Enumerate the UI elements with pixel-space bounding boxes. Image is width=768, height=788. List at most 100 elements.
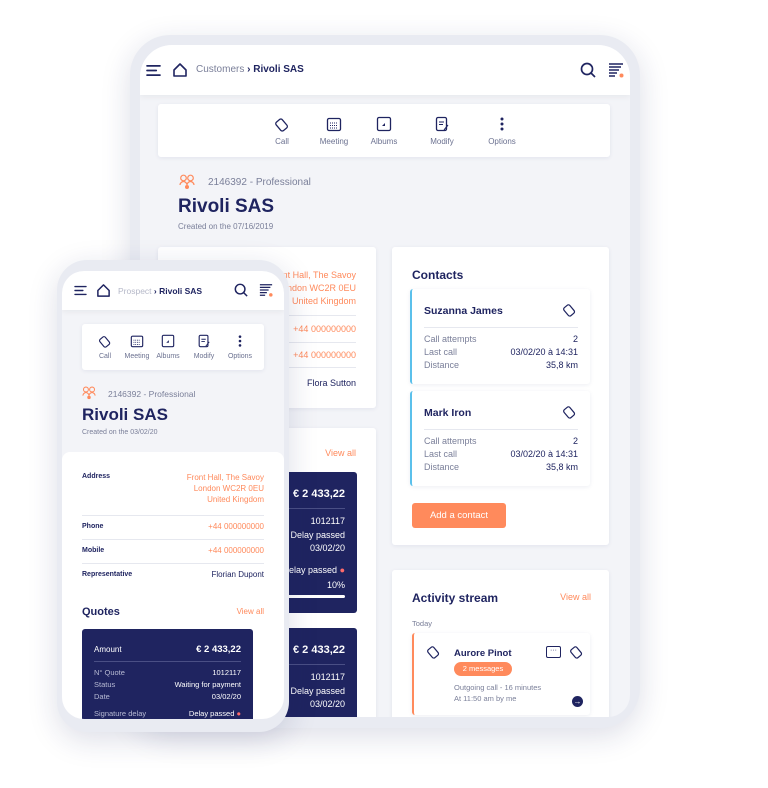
action-meeting[interactable]: Meeting xyxy=(309,116,359,146)
call-attempts-value: 2 xyxy=(572,334,578,344)
search-icon[interactable] xyxy=(234,283,248,297)
phone-screen: Prospect › Rivoli SAS Call Meeting Album… xyxy=(62,271,284,719)
page-title: Rivoli SAS xyxy=(178,196,275,217)
phone-tag-icon[interactable] xyxy=(569,644,584,659)
phone-tag-icon[interactable] xyxy=(562,404,577,419)
created-date: Created on the 03/02/20 xyxy=(82,429,158,436)
contacts-title: Contacts xyxy=(412,268,464,282)
customer-id-type: 2146392 - Professional xyxy=(208,177,311,188)
menu-icon[interactable] xyxy=(74,285,87,296)
divider xyxy=(424,327,578,328)
filter-icon[interactable] xyxy=(608,62,624,78)
activity-title: Activity stream xyxy=(412,591,499,605)
breadcrumb: Customers › Rivoli SAS xyxy=(196,64,304,75)
call-attempts-label: Call attempts xyxy=(424,334,477,344)
filter-icon[interactable] xyxy=(259,283,273,297)
distance-value: 35,8 km xyxy=(545,360,578,370)
address-label: Address xyxy=(82,473,111,480)
quote-date-label: Date xyxy=(94,692,110,701)
quote-number: 1012117 xyxy=(212,668,241,677)
activity-item[interactable]: Aurore Pinot 2 messages Outgoing call - … xyxy=(412,633,590,715)
edit-document-icon xyxy=(434,116,450,132)
divider xyxy=(82,515,264,516)
actions-bar: Call Meeting Albums Modify Options xyxy=(82,324,264,370)
customer-type-icon xyxy=(179,174,195,190)
breadcrumb-parent[interactable]: Customers xyxy=(196,64,244,75)
calendar-icon xyxy=(326,116,342,132)
phone-value[interactable]: +44 000000000 xyxy=(208,522,264,531)
quote-status: Delay passed xyxy=(290,686,345,696)
quote-number: 1012117 xyxy=(310,516,345,526)
breadcrumb-current: Rivoli SAS xyxy=(253,64,304,75)
phone-tag-icon xyxy=(426,644,441,659)
add-contact-button[interactable]: Add a contact xyxy=(412,503,506,528)
phone-label: Phone xyxy=(82,523,104,530)
address-value[interactable]: Front Hall, The Savoy London WC2R 0EU Unit… xyxy=(187,472,264,505)
divider xyxy=(424,429,578,430)
distance-label: Distance xyxy=(424,462,460,472)
action-albums[interactable]: Albums xyxy=(359,116,409,146)
search-icon[interactable] xyxy=(580,62,596,78)
representative-label: Representative xyxy=(82,571,133,578)
action-call[interactable]: Call xyxy=(257,116,307,146)
quote-number: 1012117 xyxy=(310,672,345,682)
action-modify[interactable]: Modify xyxy=(417,116,467,146)
message-icon[interactable]: ··· xyxy=(546,646,561,658)
home-icon[interactable] xyxy=(96,283,111,298)
image-icon xyxy=(376,116,392,132)
quote-card[interactable]: Amount € 2 433,22 N° Quote 1012117 Statu… xyxy=(82,629,253,719)
phone-value[interactable]: +44 000000000 xyxy=(293,324,356,334)
details-panel: Address Front Hall, The Savoy London WC2R… xyxy=(62,452,284,719)
created-date: Created on the 07/16/2019 xyxy=(178,222,274,231)
arrow-right-icon[interactable]: → xyxy=(572,696,583,707)
activity-card: Activity stream View all Today Aurore Pi… xyxy=(392,570,609,717)
contact-card[interactable]: Suzanna James Call attempts 2 Last call … xyxy=(410,289,590,384)
quote-date: 03/02/20 xyxy=(309,699,345,709)
quote-status: Delay passed xyxy=(290,530,345,540)
quotes-view-all[interactable]: View all xyxy=(325,448,356,458)
activity-name: Aurore Pinot xyxy=(454,648,512,659)
quote-amount: € 2 433,22 xyxy=(293,644,345,656)
quote-date: 03/02/20 xyxy=(309,543,345,553)
phone-tag-icon[interactable] xyxy=(562,302,577,317)
mobile-value[interactable]: +44 000000000 xyxy=(208,546,264,555)
actions-bar: Call Meeting Albums Modify Options xyxy=(158,104,610,157)
quote-progress-value: 10% xyxy=(326,580,345,590)
mobile-label: Mobile xyxy=(82,547,105,554)
signature-label: Signature delay xyxy=(94,709,147,718)
image-icon xyxy=(161,334,175,348)
breadcrumb-current: Rivoli SAS xyxy=(159,286,203,296)
customer-id-type: 2146392 - Professional xyxy=(108,389,196,399)
contact-name: Suzanna James xyxy=(424,305,503,317)
quote-amount: € 2 433,22 xyxy=(293,488,345,500)
amount-label: Amount xyxy=(94,645,122,654)
action-options[interactable]: Options xyxy=(477,116,527,146)
more-vertical-icon xyxy=(233,334,247,348)
mobile-value[interactable]: +44 000000000 xyxy=(293,350,356,360)
phone-tag-icon xyxy=(274,116,290,132)
last-call-label: Last call xyxy=(424,347,458,357)
action-options[interactable]: Options xyxy=(215,334,265,360)
page-title: Rivoli SAS xyxy=(82,405,168,424)
representative-value: Florian Dupont xyxy=(211,570,264,579)
menu-icon[interactable] xyxy=(146,64,161,77)
quote-amount: € 2 433,22 xyxy=(196,644,241,655)
activity-view-all[interactable]: View all xyxy=(560,592,591,602)
breadcrumb: Prospect › Rivoli SAS xyxy=(118,286,203,296)
distance-label: Distance xyxy=(424,360,460,370)
quote-status: Waiting for payment xyxy=(174,680,241,689)
quote-signature: Delay passed ● xyxy=(282,565,346,575)
contact-name: Mark Iron xyxy=(424,407,472,419)
last-call-value: 03/02/20 à 14:31 xyxy=(510,347,578,357)
quote-status-label: Status xyxy=(94,680,116,689)
quotes-title: Quotes xyxy=(82,606,120,618)
breadcrumb-parent[interactable]: Prospect xyxy=(118,286,152,296)
messages-badge[interactable]: 2 messages xyxy=(454,662,512,676)
distance-value: 35,8 km xyxy=(545,462,578,472)
contacts-card: Contacts Suzanna James Call attempts 2 L… xyxy=(392,247,609,545)
home-icon[interactable] xyxy=(172,62,188,78)
quotes-view-all[interactable]: View all xyxy=(237,607,264,616)
quote-signature: Delay passed ● xyxy=(188,709,241,718)
contact-card[interactable]: Mark Iron Call attempts 2 Last call 03/0… xyxy=(410,391,590,486)
call-attempts-value: 2 xyxy=(572,436,578,446)
